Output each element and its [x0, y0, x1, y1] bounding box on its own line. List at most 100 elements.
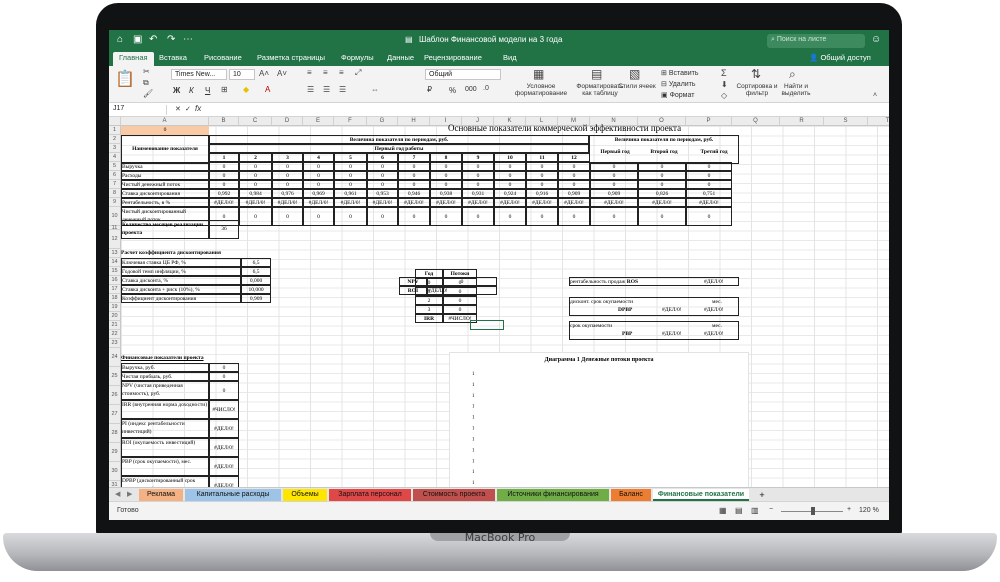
fin-value[interactable]: 0 — [209, 363, 239, 372]
data-cell[interactable]: #ДЕЛ/0! — [430, 198, 462, 207]
font-color-icon[interactable]: A — [265, 85, 270, 94]
column-header[interactable]: P — [686, 117, 732, 126]
flows-value[interactable]: 0 — [443, 305, 477, 314]
add-sheet-button[interactable]: + — [755, 489, 769, 501]
data-cell[interactable]: 0 — [462, 162, 494, 171]
row-header[interactable]: 20 — [109, 312, 121, 321]
column-header[interactable]: Q — [732, 117, 780, 126]
save-icon[interactable]: ▣ — [133, 34, 142, 45]
data-cell[interactable]: 0 — [367, 171, 398, 180]
data-cell[interactable]: 0,931 — [462, 189, 494, 198]
row-header[interactable]: 30 — [109, 462, 121, 481]
selected-cell-j17[interactable] — [470, 320, 504, 330]
tab-insert[interactable]: Вставка — [159, 53, 187, 62]
fin-value[interactable]: 0 — [209, 372, 239, 381]
data-cell[interactable]: 0 — [303, 207, 334, 226]
data-cell[interactable]: #ДЕЛ/0! — [398, 198, 430, 207]
sheet-tab[interactable]: Баланс — [611, 489, 651, 501]
row-header[interactable]: 2 — [109, 135, 121, 144]
data-cell[interactable]: 0 — [526, 162, 558, 171]
data-cell[interactable]: 0 — [398, 207, 430, 226]
data-cell[interactable]: 0 — [239, 207, 272, 226]
data-cell[interactable]: #ДЕЛ/0! — [526, 198, 558, 207]
font-size-select[interactable]: 10 — [229, 69, 255, 80]
number-format-select[interactable]: Общий — [425, 69, 501, 80]
data-cell[interactable]: 0 — [430, 171, 462, 180]
format-as-table-icon[interactable]: ▤ — [591, 67, 602, 81]
decimal-increase-icon[interactable]: .0 — [483, 85, 489, 92]
pbp-value-1[interactable]: #ДЕЛ/0! — [662, 330, 682, 338]
sort-filter-button[interactable]: Сортировка и фильтр — [735, 83, 779, 97]
sheet-tab[interactable]: Зарплата персонал — [329, 489, 411, 501]
cell-styles-icon[interactable]: ▧ — [629, 67, 640, 81]
tab-review[interactable]: Рецензирование — [424, 53, 482, 62]
data-cell[interactable]: 0,909 — [558, 189, 590, 198]
data-cell[interactable]: 0 — [526, 180, 558, 189]
data-cell[interactable]: #ДЕЛ/0! — [272, 198, 303, 207]
conditional-format-icon[interactable]: ▦ — [533, 67, 544, 81]
data-cell[interactable]: 0 — [398, 180, 430, 189]
data-cell[interactable]: 0 — [462, 207, 494, 226]
page-break-view-icon[interactable]: ▥ — [751, 506, 759, 515]
delete-cells-button[interactable]: ⊟ Удалить — [661, 80, 696, 88]
data-cell[interactable]: 0 — [334, 162, 367, 171]
data-cell[interactable]: #ДЕЛ/0! — [686, 198, 732, 207]
share-button[interactable]: 👤 Общий доступ — [809, 53, 871, 62]
tab-view[interactable]: Вид — [503, 53, 517, 62]
cell-a1[interactable]: 0 — [121, 126, 209, 135]
pbp-value-2[interactable]: #ДЕЛ/0! — [704, 330, 724, 338]
decrease-font-icon[interactable]: A˅ — [277, 69, 287, 78]
paste-icon[interactable]: 📋 — [115, 69, 135, 89]
fin-value[interactable]: #ДЕЛ/0! — [209, 438, 239, 457]
data-cell[interactable]: 0 — [558, 180, 590, 189]
data-cell[interactable]: 0 — [209, 171, 239, 180]
column-header[interactable]: D — [272, 117, 303, 126]
data-cell[interactable]: 0 — [367, 162, 398, 171]
tab-draw[interactable]: Рисование — [204, 53, 242, 62]
percent-button[interactable]: % — [449, 86, 456, 95]
data-cell[interactable]: #ДЕЛ/0! — [638, 198, 686, 207]
bold-button[interactable]: Ж — [173, 86, 180, 95]
currency-icon[interactable]: ₽ — [427, 85, 432, 94]
data-cell[interactable]: 0,976 — [272, 189, 303, 198]
tab-data[interactable]: Данные — [387, 53, 414, 62]
row-header[interactable]: 17 — [109, 285, 121, 294]
data-cell[interactable]: 0 — [430, 162, 462, 171]
data-cell[interactable]: #ДЕЛ/0! — [239, 198, 272, 207]
undo-icon[interactable]: ↶ — [149, 34, 157, 45]
underline-button[interactable]: Ч — [205, 86, 210, 95]
data-cell[interactable]: 0 — [462, 180, 494, 189]
data-cell[interactable]: 0 — [638, 171, 686, 180]
discount-value[interactable]: 0,909 — [241, 294, 271, 303]
thousands-button[interactable]: 000 — [465, 86, 477, 93]
row-header[interactable]: 13 — [109, 249, 121, 258]
align-left-icon[interactable]: ☰ — [307, 85, 314, 94]
discount-value[interactable]: 0,000 — [241, 276, 271, 285]
data-cell[interactable]: #ДЕЛ/0! — [558, 198, 590, 207]
column-header[interactable]: C — [239, 117, 272, 126]
home-icon[interactable]: ⌂ — [117, 34, 123, 45]
data-cell[interactable]: 0,961 — [334, 189, 367, 198]
data-cell[interactable]: 0 — [686, 207, 732, 226]
fin-value[interactable]: #ДЕЛ/0! — [209, 476, 239, 487]
data-cell[interactable]: 0,826 — [638, 189, 686, 198]
data-cell[interactable]: 0 — [558, 207, 590, 226]
select-all-corner[interactable] — [109, 117, 121, 126]
merge-cells-icon[interactable]: ⇔ — [371, 85, 379, 94]
data-cell[interactable]: 0 — [239, 180, 272, 189]
data-cell[interactable]: 0 — [638, 162, 686, 171]
sheet-tab[interactable]: Объемы — [283, 489, 327, 501]
data-cell[interactable]: 0,924 — [494, 189, 526, 198]
format-painter-icon[interactable]: 🖌 — [143, 89, 153, 98]
sheet-tab[interactable]: Источники финансирования — [497, 489, 609, 501]
tab-page-layout[interactable]: Разметка страницы — [257, 53, 325, 62]
column-header[interactable]: F — [334, 117, 367, 126]
data-cell[interactable]: 0,969 — [303, 189, 334, 198]
column-header[interactable]: T — [868, 117, 889, 126]
row-header[interactable]: 14 — [109, 258, 121, 267]
data-cell[interactable]: 0 — [686, 180, 732, 189]
formula-input[interactable] — [209, 105, 879, 115]
data-cell[interactable]: 0,909 — [590, 189, 638, 198]
data-cell[interactable]: 0 — [558, 171, 590, 180]
find-select-button[interactable]: Найти и выделить — [777, 83, 815, 97]
